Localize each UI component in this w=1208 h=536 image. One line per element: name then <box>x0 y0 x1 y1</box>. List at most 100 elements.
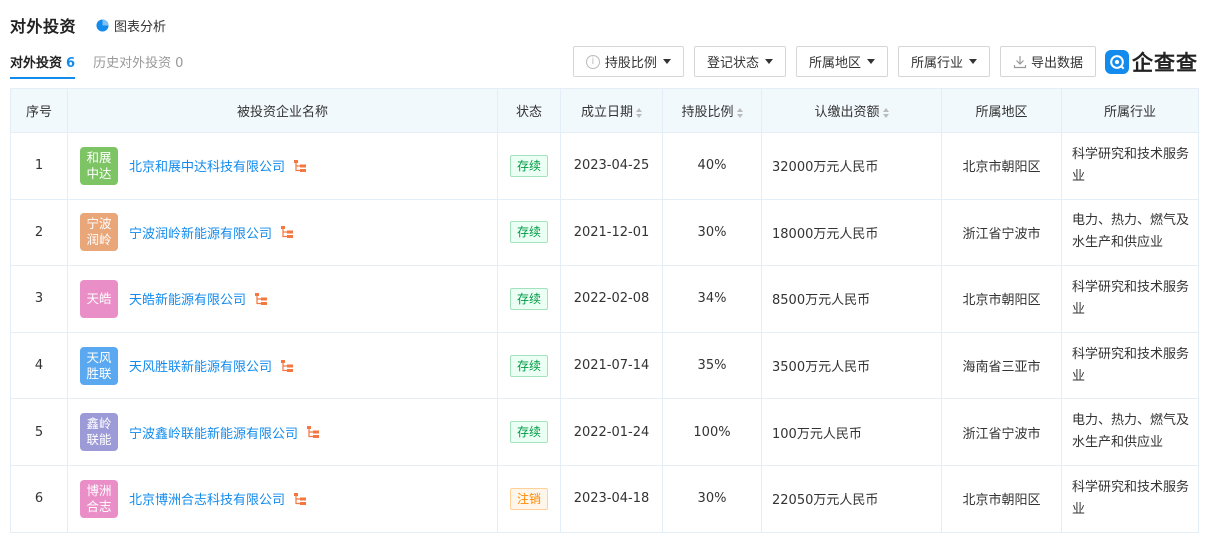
equity-tree-icon[interactable] <box>280 359 294 373</box>
region-label: 所属地区 <box>808 56 861 71</box>
name-wrap: 天皓 天皓新能源有限公司 <box>80 279 497 318</box>
company-avatar[interactable]: 博洲合志 <box>80 479 118 518</box>
industry-label: 所属行业 <box>910 56 963 71</box>
company-name-link[interactable]: 宁波润岭新能源有限公司 <box>129 223 272 242</box>
equity-tree-icon[interactable] <box>280 225 294 239</box>
brand-logo-icon <box>1105 49 1129 74</box>
table-row: 4 天风胜联 天风胜联新能源有限公司 存续 2021-07-14 35% 350… <box>10 331 1199 400</box>
equity-tree-icon[interactable] <box>293 492 307 506</box>
equity-tree-icon[interactable] <box>254 292 268 306</box>
sort-icon <box>636 107 642 118</box>
caret-down-icon <box>866 59 875 64</box>
chart-analysis-link[interactable]: 图表分析 <box>96 16 166 35</box>
table-row: 3 天皓 天皓新能源有限公司 存续 2022-02-08 34% 8500万元人… <box>10 265 1199 333</box>
row-index: 6 <box>10 464 68 533</box>
region-cell: 浙江省宁波市 <box>941 398 1062 466</box>
status-badge: 存续 <box>509 154 548 177</box>
col-date[interactable]: 成立日期 <box>560 88 663 133</box>
status-cell: 注销 <box>497 464 561 533</box>
brand-name: 企查查 <box>1132 50 1198 75</box>
capital-cell: 100万元人民币 <box>761 398 942 466</box>
row-index: 5 <box>10 398 68 466</box>
industry-cell: 科学研究和技术服务业 <box>1061 132 1199 200</box>
col-ratio[interactable]: 持股比例 <box>662 88 762 133</box>
caret-down-icon <box>968 59 977 64</box>
company-name-link[interactable]: 北京和展中达科技有限公司 <box>129 156 285 175</box>
status-cell: 存续 <box>497 265 561 333</box>
reg-status-filter[interactable]: 登记状态 <box>693 46 786 77</box>
equity-tree-icon[interactable] <box>306 425 320 439</box>
industry-cell: 科学研究和技术服务业 <box>1061 265 1199 333</box>
company-avatar[interactable]: 和展中达 <box>80 146 118 185</box>
capital-cell: 8500万元人民币 <box>761 265 942 333</box>
ratio-cell: 40% <box>662 132 762 200</box>
capital-cell: 3500万元人民币 <box>761 331 942 400</box>
tab-history-investments[interactable]: 历史对外投资 0 <box>93 52 183 77</box>
info-icon: i <box>585 54 600 69</box>
tab-investments-label: 对外投资 <box>10 55 63 71</box>
region-filter[interactable]: 所属地区 <box>795 46 888 77</box>
name-cell: 博洲合志 北京博洲合志科技有限公司 <box>67 464 498 533</box>
date-cell: 2023-04-25 <box>560 132 663 200</box>
tab-investments-count: 6 <box>66 55 76 71</box>
company-name-link[interactable]: 宁波鑫岭联能新能源有限公司 <box>129 423 298 442</box>
col-capital[interactable]: 认缴出资额 <box>761 88 942 133</box>
date-cell: 2021-07-14 <box>560 331 663 400</box>
status-cell: 存续 <box>497 198 561 267</box>
industry-filter[interactable]: 所属行业 <box>897 46 990 77</box>
ratio-cell: 34% <box>662 265 762 333</box>
filter-toolbar: i 持股比例 登记状态 所属地区 所属行业 导出数据 <box>563 46 1096 77</box>
name-cell: 和展中达 北京和展中达科技有限公司 <box>67 132 498 200</box>
export-label: 导出数据 <box>1030 56 1083 71</box>
region-cell: 浙江省宁波市 <box>941 198 1062 267</box>
table-row: 2 宁波润岭 宁波润岭新能源有限公司 存续 2021-12-01 30% 180… <box>10 198 1199 267</box>
status-badge: 存续 <box>509 221 548 244</box>
company-avatar[interactable]: 鑫岭联能 <box>80 413 118 452</box>
table-body: 1 和展中达 北京和展中达科技有限公司 存续 2023-04-25 40% 32… <box>10 132 1199 533</box>
investment-table: 序号 被投资企业名称 状态 成立日期 持股比例 认缴出资额 所属地区 所属行业 … <box>10 88 1199 533</box>
company-name-link[interactable]: 北京博洲合志科技有限公司 <box>129 489 285 508</box>
industry-cell: 科学研究和技术服务业 <box>1061 331 1199 400</box>
col-name: 被投资企业名称 <box>67 88 498 133</box>
table-row: 5 鑫岭联能 宁波鑫岭联能新能源有限公司 存续 2022-01-24 100% … <box>10 398 1199 466</box>
row-index: 2 <box>10 198 68 267</box>
col-index: 序号 <box>10 88 68 133</box>
company-name-link[interactable]: 天风胜联新能源有限公司 <box>129 356 272 375</box>
region-cell: 北京市朝阳区 <box>941 464 1062 533</box>
col-status: 状态 <box>497 88 561 133</box>
status-badge: 存续 <box>509 354 548 377</box>
capital-cell: 22050万元人民币 <box>761 464 942 533</box>
date-cell: 2023-04-18 <box>560 464 663 533</box>
region-cell: 北京市朝阳区 <box>941 265 1062 333</box>
name-wrap: 宁波润岭 宁波润岭新能源有限公司 <box>80 213 497 252</box>
industry-cell: 电力、热力、燃气及水生产和供应业 <box>1061 398 1199 466</box>
name-cell: 天风胜联 天风胜联新能源有限公司 <box>67 331 498 400</box>
region-cell: 北京市朝阳区 <box>941 132 1062 200</box>
date-cell: 2021-12-01 <box>560 198 663 267</box>
company-avatar[interactable]: 宁波润岭 <box>80 213 118 252</box>
tab-investments[interactable]: 对外投资 6 <box>10 52 76 79</box>
row-index: 1 <box>10 132 68 200</box>
company-avatar[interactable]: 天皓 <box>80 279 118 318</box>
industry-cell: 科学研究和技术服务业 <box>1061 464 1199 533</box>
brand-logo: 企查查 <box>1105 46 1198 77</box>
table-row: 6 博洲合志 北京博洲合志科技有限公司 注销 2023-04-18 30% 22… <box>10 464 1199 533</box>
date-cell: 2022-02-08 <box>560 265 663 333</box>
sort-icon <box>882 107 889 118</box>
company-name-link[interactable]: 天皓新能源有限公司 <box>129 289 246 308</box>
company-avatar[interactable]: 天风胜联 <box>80 346 118 385</box>
capital-cell: 18000万元人民币 <box>761 198 942 267</box>
equity-tree-icon[interactable] <box>293 159 307 173</box>
section-title: 对外投资 <box>10 17 77 36</box>
name-cell: 宁波润岭 宁波润岭新能源有限公司 <box>67 198 498 267</box>
name-wrap: 博洲合志 北京博洲合志科技有限公司 <box>80 479 497 518</box>
name-wrap: 和展中达 北京和展中达科技有限公司 <box>80 146 497 185</box>
tab-history-label: 历史对外投资 <box>93 55 172 71</box>
capital-cell: 32000万元人民币 <box>761 132 942 200</box>
pie-chart-icon <box>96 18 109 32</box>
sort-icon <box>736 107 743 118</box>
status-badge: 注销 <box>509 487 548 510</box>
ratio-cell: 100% <box>662 398 762 466</box>
export-button[interactable]: 导出数据 <box>999 46 1096 77</box>
share-ratio-filter[interactable]: i 持股比例 <box>572 46 684 77</box>
